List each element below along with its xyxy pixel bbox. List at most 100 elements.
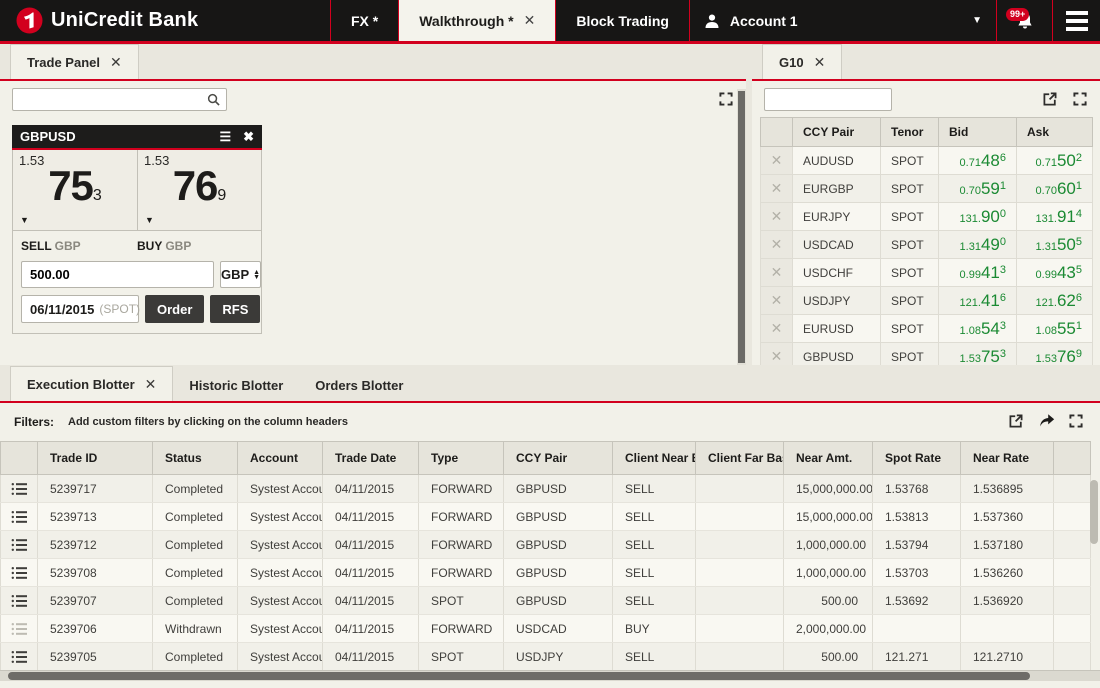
close-icon[interactable]: ✕ — [110, 54, 122, 71]
remove-pair-icon[interactable]: ✕ — [760, 230, 793, 259]
tab-trade-panel[interactable]: Trade Panel ✕ — [10, 44, 139, 79]
row-menu-icon[interactable] — [11, 622, 27, 636]
widget-titlebar: GBPUSD ☰ ✖ — [12, 125, 262, 150]
remove-pair-icon[interactable]: ✕ — [760, 314, 793, 343]
blotter-col-type[interactable]: Type — [418, 441, 504, 475]
close-icon[interactable]: ✕ — [814, 54, 826, 71]
header-tab-walkthrough[interactable]: Walkthrough * ✕ — [398, 0, 556, 41]
near-rate-cell: 1.536260 — [960, 558, 1054, 587]
row-menu-button[interactable] — [0, 642, 38, 671]
row-menu-button[interactable] — [0, 502, 38, 531]
col-tenor[interactable]: Tenor — [880, 117, 939, 147]
ask-price[interactable]: 1.08551 — [1016, 314, 1093, 343]
remove-pair-icon[interactable]: ✕ — [760, 146, 793, 175]
fullscreen-icon[interactable] — [718, 91, 736, 109]
widget-menu-icon[interactable]: ☰ — [219, 129, 231, 145]
row-menu-button[interactable] — [0, 614, 38, 643]
buy-price-tile[interactable]: 1.53 769 ▼ — [137, 150, 261, 230]
chevron-down-icon[interactable]: ▼ — [145, 215, 154, 225]
fullscreen-icon[interactable] — [1072, 91, 1090, 109]
value-date-field[interactable]: 06/11/2015 (SPOT) — [21, 295, 140, 323]
ask-price[interactable]: 0.70601 — [1016, 174, 1093, 203]
remove-pair-icon[interactable]: ✕ — [760, 258, 793, 287]
bid-price[interactable]: 0.70591 — [938, 174, 1017, 203]
row-menu-button[interactable] — [0, 586, 38, 615]
popout-icon[interactable] — [1042, 91, 1060, 109]
ask-price[interactable]: 1.31505 — [1016, 230, 1093, 259]
blotter-col-status[interactable]: Status — [152, 441, 238, 475]
notifications-button[interactable]: 99+ — [996, 0, 1052, 41]
blotter-col-near-amt-[interactable]: Near Amt. — [783, 441, 873, 475]
row-menu-icon[interactable] — [11, 538, 27, 552]
chevron-down-icon[interactable]: ▼ — [20, 215, 29, 225]
sell-price-tile[interactable]: 1.53 753 ▼ — [13, 150, 137, 230]
g10-row: ✕ USDJPY SPOT 121.416 121.626 — [760, 286, 1093, 315]
col-ccy-pair[interactable]: CCY Pair — [792, 117, 881, 147]
header-tab-block-trading[interactable]: Block Trading — [555, 0, 689, 41]
row-menu-icon[interactable] — [11, 594, 27, 608]
row-menu-icon[interactable] — [11, 650, 27, 664]
blotter-col-spot-rate[interactable]: Spot Rate — [872, 441, 961, 475]
tab-execution-blotter[interactable]: Execution Blotter ✕ — [10, 366, 174, 401]
row-menu-button[interactable] — [0, 474, 38, 503]
bid-price[interactable]: 131.900 — [938, 202, 1017, 231]
remove-pair-icon[interactable]: ✕ — [760, 286, 793, 315]
popout-icon[interactable] — [1008, 413, 1026, 431]
widget-close-icon[interactable]: ✖ — [243, 129, 254, 145]
row-menu-icon[interactable] — [11, 482, 27, 496]
blotter-vertical-scrollbar-thumb[interactable] — [1090, 480, 1098, 544]
row-menu-icon[interactable] — [11, 566, 27, 580]
fullscreen-icon[interactable] — [1068, 413, 1086, 431]
row-menu-button[interactable] — [0, 558, 38, 587]
row-menu-icon[interactable] — [11, 510, 27, 524]
ask-price[interactable]: 0.99435 — [1016, 258, 1093, 287]
remove-pair-icon[interactable]: ✕ — [760, 174, 793, 203]
remove-pair-icon[interactable]: ✕ — [760, 342, 793, 365]
blotter-col-near-rate[interactable]: Near Rate — [960, 441, 1054, 475]
blotter-col-client-near-bas[interactable]: Client Near Bas — [612, 441, 696, 475]
blotter-col-trade-id[interactable]: Trade ID — [37, 441, 153, 475]
ask-price[interactable]: 121.626 — [1016, 286, 1093, 315]
bid-price[interactable]: 0.99413 — [938, 258, 1017, 287]
blotter-col-client-far-base[interactable]: Client Far Base — [695, 441, 784, 475]
blotter-col-account[interactable]: Account — [237, 441, 323, 475]
instrument-search[interactable] — [12, 88, 227, 111]
bid-price[interactable]: 121.416 — [938, 286, 1017, 315]
share-icon[interactable] — [1038, 413, 1056, 431]
close-icon[interactable]: ✕ — [524, 12, 536, 29]
bid-price[interactable]: 1.08543 — [938, 314, 1017, 343]
scrollbar-thumb[interactable] — [8, 672, 1030, 680]
row-menu-button[interactable] — [0, 530, 38, 559]
blotter-col-trade-date[interactable]: Trade Date — [322, 441, 419, 475]
blotter-horizontal-scrollbar[interactable] — [0, 670, 1100, 681]
trade-panel-scrollbar[interactable] — [737, 89, 746, 365]
bid-price[interactable]: 1.53753 — [938, 342, 1017, 365]
account-selector[interactable]: Account 1 ▼ — [688, 0, 996, 41]
amount-input[interactable] — [21, 261, 214, 288]
tab-historic-blotter[interactable]: Historic Blotter — [173, 369, 299, 401]
bid-price[interactable]: 0.71486 — [938, 146, 1017, 175]
col-ask[interactable]: Ask — [1016, 117, 1093, 147]
tab-g10[interactable]: G10 ✕ — [762, 44, 843, 79]
bid-price[interactable]: 1.31490 — [938, 230, 1017, 259]
tab-orders-blotter[interactable]: Orders Blotter — [299, 369, 419, 401]
menu-button[interactable] — [1052, 0, 1100, 41]
header-tab-fx[interactable]: FX * — [330, 0, 398, 41]
order-button[interactable]: Order — [145, 295, 205, 323]
g10-filter-input[interactable] — [771, 92, 926, 107]
remove-pair-icon[interactable]: ✕ — [760, 202, 793, 231]
client-near-cell: SELL — [612, 530, 696, 559]
search-input[interactable] — [19, 92, 203, 107]
ask-price[interactable]: 1.53769 — [1016, 342, 1093, 365]
scrollbar-thumb[interactable] — [738, 91, 745, 363]
ccy-pair-cell: EURJPY — [792, 202, 881, 231]
currency-selector[interactable]: GBP ▲ ▼ — [220, 261, 262, 288]
close-icon[interactable]: ✕ — [145, 376, 157, 393]
ask-price[interactable]: 131.914 — [1016, 202, 1093, 231]
blotter-col-ccy-pair[interactable]: CCY Pair — [503, 441, 613, 475]
rfs-button[interactable]: RFS — [210, 295, 261, 323]
ask-price[interactable]: 0.71502 — [1016, 146, 1093, 175]
g10-filter-box[interactable] — [764, 88, 926, 111]
type-cell: FORWARD — [418, 502, 504, 531]
col-bid[interactable]: Bid — [938, 117, 1017, 147]
